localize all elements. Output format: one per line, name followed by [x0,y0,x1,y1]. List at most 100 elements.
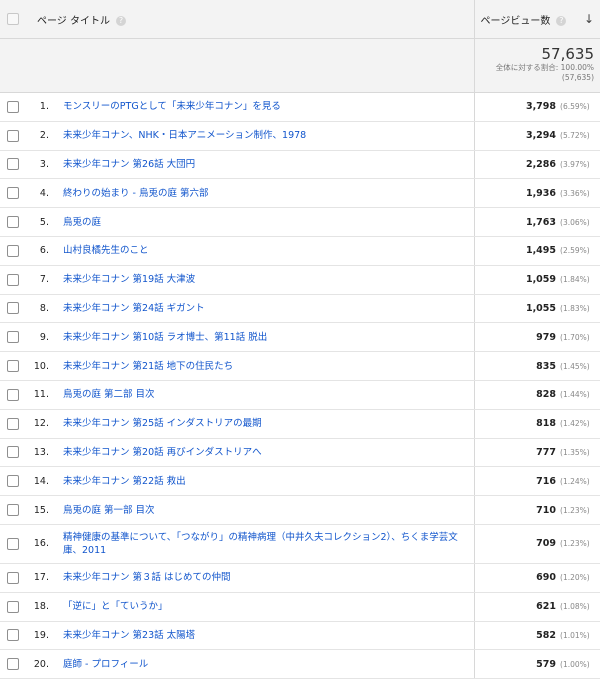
report-table-container: ページ タイトル? ページビュー数? ↓ 57,635 全体に対する割合: 10… [0,0,600,679]
pageviews-percent: (1.35%) [560,447,590,457]
row-checkbox[interactable] [6,216,19,229]
total-share: 全体に対する割合: 100.00% [495,63,595,72]
row-number: 3. [25,150,57,180]
table-row: 16. 精神健康の基準について、「つながり」の精神病理（中井久夫コレクション2）、… [0,524,600,564]
row-checkbox[interactable] [6,129,19,142]
row-checkbox[interactable] [6,100,19,113]
row-number: 7. [25,265,57,295]
table-row: 3. 未来少年コナン 第26話 大団円 2,286 (3.97%) [0,150,600,180]
pageviews-value: 582 [536,629,557,641]
help-icon[interactable]: ? [115,15,126,26]
page-title-link[interactable]: 山村良橘先生のこと [57,236,475,266]
pageviews-column-header[interactable]: ページビュー数? ↓ [473,0,600,39]
row-checkbox[interactable] [6,273,19,286]
pageviews-value: 3,798 [525,101,557,113]
pageviews-percent: (1.24%) [560,476,590,486]
row-number: 14. [25,466,57,497]
page-title-link[interactable]: 未来少年コナン 第10話 ラオ博士、第11話 脱出 [57,322,475,353]
pageviews-cell: 582 (1.01%) [473,621,600,651]
row-checkbox[interactable] [6,475,19,488]
table-row: 15. 烏兎の庭 第一部 目次 710 (1.23%) [0,495,600,525]
page-title-link[interactable]: 未来少年コナン 第19話 大津波 [57,265,475,295]
row-checkbox[interactable] [6,629,19,642]
pageviews-cell: 3,798 (6.59%) [473,92,600,122]
page-title-link[interactable]: 精神健康の基準について、「つながり」の精神病理（中井久夫コレクション2）、ちくま… [57,524,475,564]
page-title-link[interactable]: 未来少年コナン 第25話 インダストリアの最期 [57,409,475,439]
pageviews-percent: (3.97%) [560,159,590,169]
row-number: 8. [25,294,57,324]
row-checkbox-cell [0,409,25,439]
help-icon[interactable]: ? [556,15,567,26]
pageviews-cell: 690 (1.20%) [473,563,600,593]
row-checkbox[interactable] [6,331,19,344]
row-checkbox[interactable] [6,360,19,373]
page-title-link[interactable]: 烏兎の庭 [57,207,475,237]
total-of-total: (57,635) [561,73,595,82]
page-title-link[interactable]: 未来少年コナン 第21話 地下の住民たち [57,351,475,381]
row-checkbox[interactable] [6,244,19,257]
row-checkbox[interactable] [6,600,19,613]
page-title-link[interactable]: モンスリーのPTGとして「未来少年コナン」を見る [57,92,475,122]
row-number: 16. [25,524,57,564]
pageviews-value: 709 [536,538,557,550]
pageviews-column-label: ページビュー数 [480,15,551,27]
table-row: 17. 未来少年コナン 第３話 はじめての仲間 690 (1.20%) [0,563,600,593]
table-row: 1. モンスリーのPTGとして「未来少年コナン」を見る 3,798 (6.59%) [0,92,600,122]
row-number: 20. [25,649,57,679]
row-checkbox[interactable] [6,388,19,401]
row-number: 2. [25,121,57,151]
pageviews-cell: 835 (1.45%) [473,351,600,381]
pageviews-percent: (1.44%) [560,390,590,400]
pageviews-cell: 621 (1.08%) [473,592,600,622]
row-number: 18. [25,592,57,622]
page-title-link[interactable]: 未来少年コナン 第24話 ギガント [57,294,475,324]
table-row: 6. 山村良橘先生のこと 1,495 (2.59%) [0,236,600,266]
row-checkbox[interactable] [6,302,19,315]
page-title-link[interactable]: 未来少年コナン 第20話 再びインダストリアへ [57,438,475,468]
title-column-label: ページ タイトル [37,15,110,27]
table-row: 11. 烏兎の庭 第二部 目次 828 (1.44%) [0,380,600,410]
row-checkbox[interactable] [6,417,19,430]
pageviews-cell: 828 (1.44%) [473,380,600,410]
pageviews-value: 579 [536,658,557,670]
pageviews-cell: 579 (1.00%) [473,649,600,679]
pageviews-value: 1,055 [525,302,557,314]
row-checkbox-cell [0,150,25,180]
row-checkbox[interactable] [6,158,19,171]
row-checkbox-cell [0,294,25,324]
pageviews-value: 2,286 [525,158,557,170]
row-checkbox[interactable] [6,446,19,459]
pageviews-value: 1,059 [525,274,557,286]
table-row: 10. 未来少年コナン 第21話 地下の住民たち 835 (1.45%) [0,351,600,381]
row-checkbox[interactable] [6,571,19,584]
title-column-header[interactable]: ページ タイトル? [25,0,475,39]
table-row: 8. 未来少年コナン 第24話 ギガント 1,055 (1.83%) [0,294,600,324]
page-title-link[interactable]: 未来少年コナン 第23話 太陽塔 [57,621,475,651]
page-title-link[interactable]: 未来少年コナン 第26話 大団円 [57,150,475,180]
pageviews-cell: 716 (1.24%) [473,466,600,497]
pageviews-cell: 777 (1.35%) [473,438,600,468]
page-title-link[interactable]: 烏兎の庭 第一部 目次 [57,495,475,525]
row-checkbox[interactable] [6,658,19,671]
row-checkbox-cell [0,495,25,525]
row-checkbox-cell [0,438,25,468]
pageviews-value: 716 [536,475,557,487]
page-title-link[interactable]: 未来少年コナン、NHK・日本アニメーション制作、1978 [57,121,475,151]
pageviews-cell: 1,495 (2.59%) [473,236,600,266]
row-checkbox[interactable] [6,537,19,550]
pageviews-value: 777 [536,446,557,458]
page-title-link[interactable]: 「逆に」と「ていうか」 [57,592,475,622]
sort-desc-icon[interactable]: ↓ [584,12,594,26]
row-checkbox[interactable] [6,187,19,200]
row-checkbox[interactable] [6,504,19,517]
row-checkbox-cell [0,592,25,622]
pageviews-cell: 710 (1.23%) [473,495,600,525]
page-title-link[interactable]: 烏兎の庭 第二部 目次 [57,380,475,410]
select-all-checkbox[interactable] [6,13,19,25]
pageviews-cell: 818 (1.42%) [473,409,600,439]
page-title-link[interactable]: 未来少年コナン 第３話 はじめての仲間 [57,563,475,593]
page-title-link[interactable]: 庭師 - プロフィール [57,649,475,679]
page-title-link[interactable]: 終わりの始まり - 烏兎の庭 第六部 [57,178,475,209]
page-title-link[interactable]: 未来少年コナン 第22話 救出 [57,466,475,497]
row-number: 1. [25,92,57,122]
